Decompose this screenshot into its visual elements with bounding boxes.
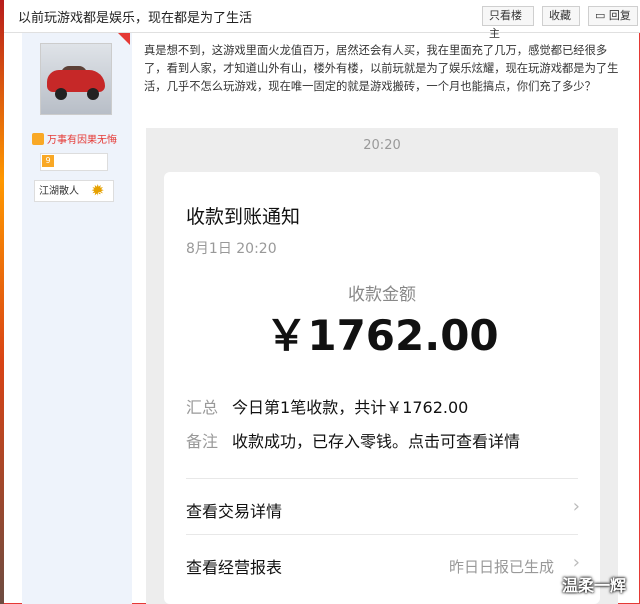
wheel-icon bbox=[55, 88, 67, 100]
divider bbox=[186, 534, 578, 535]
note-row: 备注 收款成功，已存入零钱。点击可查看详情 bbox=[186, 428, 520, 452]
only-op-button[interactable]: 只看楼主 bbox=[482, 6, 534, 40]
watermark: 温柔一辉 bbox=[561, 576, 626, 595]
summary-row: 汇总 今日第1笔收款，共计￥1762.00 bbox=[186, 394, 468, 418]
summary-value: 今日第1笔收款，共计￥1762.00 bbox=[232, 398, 469, 417]
level-box: 9 bbox=[40, 153, 108, 171]
transaction-details-link[interactable]: 查看交易详情 bbox=[186, 498, 282, 522]
chevron-right-icon: › bbox=[572, 552, 580, 573]
card-date: 8月1日 20:20 bbox=[186, 241, 277, 257]
avatar[interactable] bbox=[40, 43, 112, 115]
post-body: 真是想不到，这游戏里面火龙值百万，居然还会有人买，我在里面充了几万，感觉都已经很… bbox=[144, 44, 619, 93]
level-badge: 9 bbox=[42, 155, 54, 167]
amount-value: ￥1762.00 bbox=[265, 311, 499, 360]
rank-number: 6 bbox=[97, 191, 103, 200]
reply-label: 回复 bbox=[608, 9, 631, 22]
chevron-right-icon: › bbox=[572, 496, 580, 517]
medal-icon bbox=[32, 133, 44, 145]
rank-box: 江湖散人 ✹ 6 bbox=[34, 180, 114, 202]
background-strip bbox=[0, 0, 4, 604]
card-title: 收款到账通知 bbox=[186, 206, 301, 228]
thread-title: 以前玩游戏都是娱乐，现在都是为了生活 bbox=[18, 11, 253, 26]
reply-button[interactable]: ▭ 回复 bbox=[588, 6, 638, 26]
wheel-icon bbox=[87, 88, 99, 100]
payment-card[interactable]: 收款到账通知 8月1日 20:20 收款金额 ￥1762.00 汇总 今日第1笔收… bbox=[164, 172, 600, 604]
business-report-link[interactable]: 查看经营报表 bbox=[186, 554, 282, 578]
payment-screenshot: 20:20 收款到账通知 8月1日 20:20 收款金额 ￥1762.00 汇总… bbox=[146, 128, 618, 604]
note-key: 备注 bbox=[186, 432, 219, 451]
divider bbox=[186, 478, 578, 479]
motto-text: 万事有因果无悔 bbox=[47, 135, 117, 146]
user-sidebar: 万事有因果无悔 9 江湖散人 ✹ 6 bbox=[22, 33, 132, 604]
reply-icon: ▭ bbox=[595, 9, 609, 22]
topbar: 以前玩游戏都是娱乐，现在都是为了生活 只看楼主 收藏 ▭ 回复 bbox=[4, 0, 640, 40]
user-motto: 万事有因果无悔 bbox=[32, 131, 117, 146]
chat-time: 20:20 bbox=[363, 138, 401, 153]
summary-key: 汇总 bbox=[186, 398, 219, 417]
report-hint: 昨日日报已生成 bbox=[448, 558, 554, 576]
favorite-button[interactable]: 收藏 bbox=[542, 6, 580, 26]
note-value: 收款成功，已存入零钱。点击可查看详情 bbox=[232, 432, 521, 451]
rank-text: 江湖散人 bbox=[39, 186, 79, 197]
corner-flag bbox=[118, 33, 130, 45]
